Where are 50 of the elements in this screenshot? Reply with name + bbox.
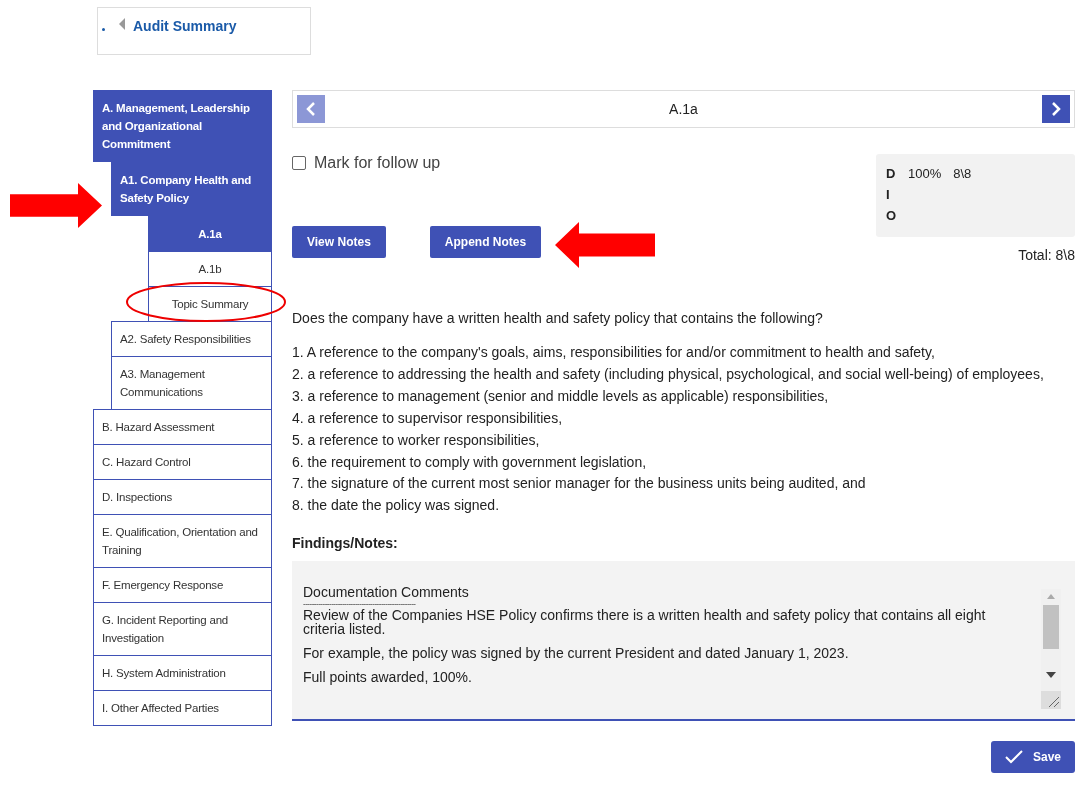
chevron-left-icon bbox=[306, 102, 316, 116]
sidebar-item[interactable]: F. Emergency Response bbox=[93, 567, 272, 603]
sidebar-item[interactable]: E. Qualification, Orientation and Training bbox=[93, 514, 272, 568]
notes-button[interactable]: View Notes bbox=[292, 226, 386, 258]
next-button[interactable] bbox=[1042, 95, 1070, 123]
question-id: A.1a bbox=[668, 101, 699, 117]
sidebar-item[interactable]: I. Other Affected Parties bbox=[93, 690, 272, 726]
criterion-text: 7. the signature of the current most senior manager for the business units being audited, and bbox=[292, 474, 867, 494]
criterion-text: 2. a reference to addressing the health and safety (including physical, psychological, and social well-being) of employees, bbox=[292, 364, 1045, 384]
save-button[interactable]: Save bbox=[990, 741, 1075, 774]
criterion-text: 3. a reference to management (senior and middle levels as applicable) responsibilities, bbox=[292, 386, 830, 406]
score-percent: 100% bbox=[908, 165, 942, 183]
sidebar-item[interactable]: C. Hazard Control bbox=[93, 444, 272, 480]
checkbox[interactable] bbox=[292, 156, 306, 170]
bullet-icon bbox=[102, 28, 105, 31]
criterion-text: 1. A reference to the company's goals, aims, responsibilities for and/or commitment to health and safety, bbox=[292, 343, 936, 362]
check-icon bbox=[1004, 750, 1023, 765]
notes-button[interactable]: Append Notes bbox=[429, 226, 542, 258]
score-code: I bbox=[886, 186, 891, 204]
notes-field[interactable] bbox=[292, 561, 1075, 722]
notes-paragraph: Review of the Companies HSE Policy confirms there is a written health and safety policy that contains all eight criteria listed. bbox=[303, 608, 987, 637]
sidebar-item[interactable]: H. System Administration bbox=[93, 655, 272, 691]
notes-heading: Documentation Comments bbox=[303, 584, 470, 601]
sidebar-item[interactable]: A2. Safety Responsibilities bbox=[111, 321, 272, 357]
findings-label: Findings/Notes: bbox=[292, 535, 399, 552]
sidebar-item[interactable]: B. Hazard Assessment bbox=[93, 409, 272, 445]
sidebar-item[interactable]: A1. Company Health and Safety Policy bbox=[111, 162, 272, 216]
criterion-text: 5. a reference to worker responsibilities, bbox=[292, 430, 541, 450]
total-score: Total: 8\8 bbox=[1018, 247, 1075, 263]
criterion-text: 6. the requirement to comply with government legislation, bbox=[292, 452, 648, 472]
criterion-text: 4. a reference to supervisor responsibilities, bbox=[292, 408, 564, 428]
score-code: D bbox=[886, 165, 896, 183]
sidebar-item[interactable]: Topic Summary bbox=[148, 286, 272, 322]
notes-paragraph: Full points awarded, 100%. bbox=[303, 670, 473, 685]
question-text: Does the company have a written health and safety policy that contains the following? bbox=[292, 310, 824, 326]
sidebar-item[interactable]: A.1a bbox=[148, 216, 272, 252]
score-points: 8\8 bbox=[953, 165, 972, 183]
sidebar-item[interactable]: A3. Management Communications bbox=[111, 356, 272, 410]
sidebar-item[interactable]: A. Management, Leadership and Organizational Commitment bbox=[93, 90, 272, 162]
score-code: O bbox=[886, 207, 896, 225]
page-title[interactable]: Audit Summary bbox=[133, 18, 237, 34]
chevron-right-icon bbox=[1051, 102, 1061, 116]
notes-divider: ---------------------------------------------------- bbox=[303, 600, 417, 609]
notes-paragraph: For example, the policy was signed by the current President and dated January 1, 2023. bbox=[303, 646, 850, 661]
sidebar-item[interactable]: D. Inspections bbox=[93, 479, 272, 515]
caret-icon bbox=[119, 18, 125, 30]
checkbox-label: Mark for follow up bbox=[314, 154, 441, 172]
criterion-text: 8. the date the policy was signed. bbox=[292, 496, 501, 516]
sidebar-item[interactable]: G. Incident Reporting and Investigation bbox=[93, 602, 272, 656]
sidebar-item[interactable]: A.1b bbox=[148, 251, 272, 287]
